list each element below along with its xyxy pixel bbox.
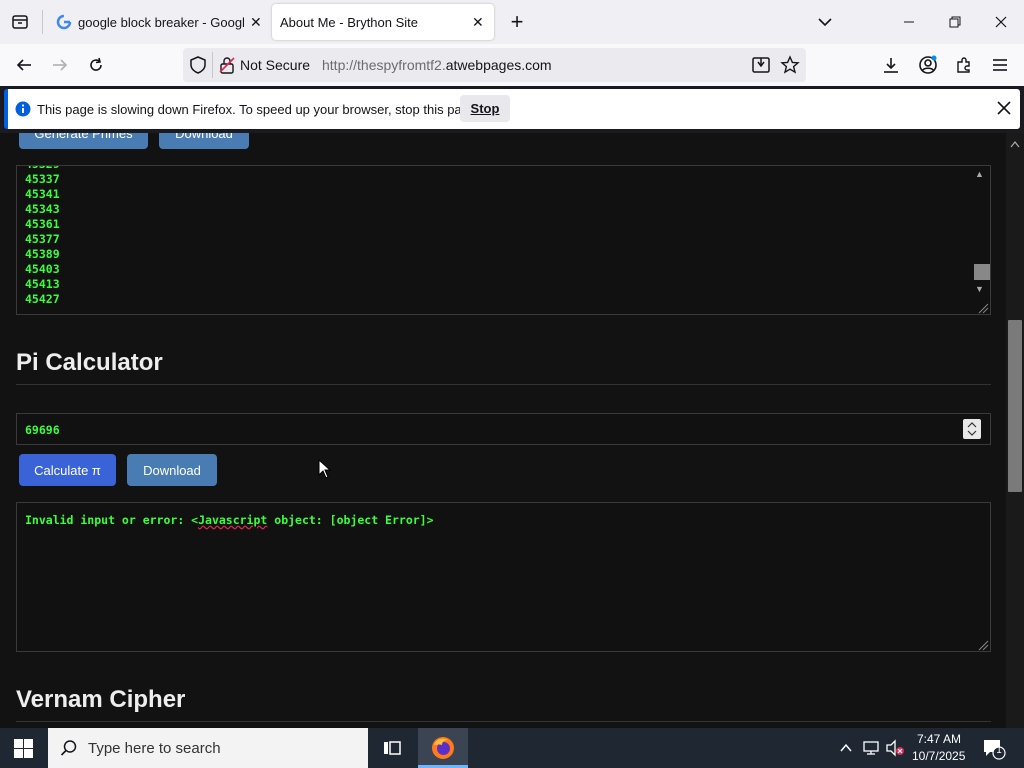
windows-taskbar: Type here to search 7:47 AM 10/7/2025 1 xyxy=(0,728,1024,768)
close-notification-icon[interactable] xyxy=(996,100,1012,121)
tab-strip: google block breaker - Google ✕ About Me… xyxy=(0,0,1024,44)
info-icon xyxy=(15,101,31,122)
google-g-icon xyxy=(56,14,72,30)
number-spinner-icon[interactable] xyxy=(963,419,981,439)
pi-output-text: Invalid input or error: <Javascript obje… xyxy=(25,513,434,527)
tray-chevron-up-icon[interactable] xyxy=(839,741,853,760)
url-bar[interactable]: Not Secure http://thespyfromtf2.atwebpag… xyxy=(183,48,806,82)
notification-count: 1 xyxy=(996,745,1002,756)
prime-value: 45329 xyxy=(25,166,60,172)
forward-arrow-icon[interactable] xyxy=(45,50,75,80)
pi-download-button[interactable]: Download xyxy=(127,454,217,486)
prime-value: 45389 xyxy=(25,247,60,261)
scroll-up-icon[interactable] xyxy=(1010,135,1020,153)
page-scrollbar-thumb[interactable] xyxy=(1008,320,1022,492)
prime-value: 45377 xyxy=(25,232,60,246)
section-divider xyxy=(16,721,991,722)
tab-about-me[interactable]: About Me - Brython Site ✕ xyxy=(272,4,494,40)
stop-button[interactable]: Stop xyxy=(460,95,510,122)
reload-icon[interactable] xyxy=(81,50,111,80)
firefox-taskbar-app[interactable] xyxy=(418,728,468,768)
prime-value: 45427 xyxy=(25,292,60,306)
tab-list-icon[interactable] xyxy=(8,10,32,34)
tab-google-search[interactable]: google block breaker - Google ✕ xyxy=(48,4,268,40)
extensions-icon[interactable] xyxy=(949,50,979,80)
pi-output-area[interactable]: Invalid input or error: <Javascript obje… xyxy=(16,502,991,652)
scroll-up-icon[interactable]: ▲ xyxy=(975,169,984,179)
calculate-pi-button[interactable]: Calculate π xyxy=(19,454,116,486)
network-icon[interactable] xyxy=(862,739,880,762)
url-prefix: http://thespyfromtf2. xyxy=(322,57,446,73)
prime-value: 45413 xyxy=(25,277,60,291)
restore-window-button[interactable] xyxy=(932,0,978,44)
vernam-cipher-heading: Vernam Cipher xyxy=(16,686,186,713)
tab-label: About Me - Brython Site xyxy=(280,14,419,30)
prime-value: 45403 xyxy=(25,262,60,276)
resize-grip-icon[interactable] xyxy=(977,301,989,314)
firefox-icon xyxy=(431,736,455,765)
menu-hamburger-icon[interactable] xyxy=(985,50,1015,80)
section-divider xyxy=(16,384,991,385)
close-tab-icon[interactable]: ✕ xyxy=(250,14,262,31)
insecure-lock-icon[interactable] xyxy=(219,56,235,79)
shield-icon[interactable] xyxy=(189,56,207,79)
mouse-cursor-icon xyxy=(318,458,332,484)
taskbar-search-box[interactable]: Type here to search xyxy=(48,728,368,768)
downloads-icon[interactable] xyxy=(876,50,906,80)
tab-label: google block breaker - Google xyxy=(78,14,244,30)
bookmark-star-icon[interactable] xyxy=(780,55,800,80)
slow-page-notification: This page is slowing down Firefox. To sp… xyxy=(4,89,1020,129)
pi-input-value: 69696 xyxy=(25,423,60,437)
scroll-down-icon[interactable]: ▼ xyxy=(975,284,984,294)
close-tab-icon[interactable]: ✕ xyxy=(472,14,484,31)
generate-primes-button[interactable]: Generate Primes xyxy=(19,133,148,149)
search-placeholder: Type here to search xyxy=(88,740,221,757)
resize-grip-icon[interactable] xyxy=(977,638,989,656)
pi-digits-input[interactable]: 69696 xyxy=(16,413,991,445)
close-window-button[interactable] xyxy=(978,0,1024,44)
clock-time[interactable]: 7:47 AM xyxy=(917,732,961,746)
windows-start-icon[interactable] xyxy=(14,739,33,763)
pi-calculator-heading: Pi Calculator xyxy=(16,349,163,376)
prime-value: 45337 xyxy=(25,172,60,186)
output-suffix: object: [object Error]> xyxy=(267,513,434,527)
chevron-down-icon[interactable] xyxy=(812,10,838,34)
prime-value: 45361 xyxy=(25,217,60,231)
new-tab-icon[interactable]: + xyxy=(505,10,529,34)
minimize-window-button[interactable] xyxy=(886,0,932,44)
textarea-scrollbar-thumb[interactable] xyxy=(974,264,990,280)
prime-value: 45343 xyxy=(25,202,60,216)
back-arrow-icon[interactable] xyxy=(9,50,39,80)
account-icon[interactable] xyxy=(913,50,943,80)
primes-output-area[interactable]: 45329 45337 45341 45343 45361 45377 4538… xyxy=(16,165,991,315)
url-text[interactable]: http://thespyfromtf2.atwebpages.com xyxy=(322,57,552,73)
page-scrollbar[interactable] xyxy=(1006,133,1024,728)
page-content: Generate Primes Download 45329 45337 453… xyxy=(0,133,1024,728)
primes-download-button[interactable]: Download xyxy=(159,133,249,149)
volume-muted-icon[interactable] xyxy=(885,739,905,762)
navigation-bar: Not Secure http://thespyfromtf2.atwebpag… xyxy=(0,44,1024,86)
prime-value: 45341 xyxy=(25,187,60,201)
notification-message: This page is slowing down Firefox. To sp… xyxy=(37,102,480,117)
output-word: Javascript xyxy=(198,513,268,527)
reader-view-icon[interactable] xyxy=(751,56,771,79)
task-view-icon[interactable] xyxy=(382,738,402,763)
search-icon xyxy=(60,739,78,762)
url-domain: atwebpages.com xyxy=(445,57,552,73)
output-prefix: Invalid input or error: < xyxy=(25,513,199,527)
security-label[interactable]: Not Secure xyxy=(240,57,310,73)
clock-date[interactable]: 10/7/2025 xyxy=(912,749,965,763)
